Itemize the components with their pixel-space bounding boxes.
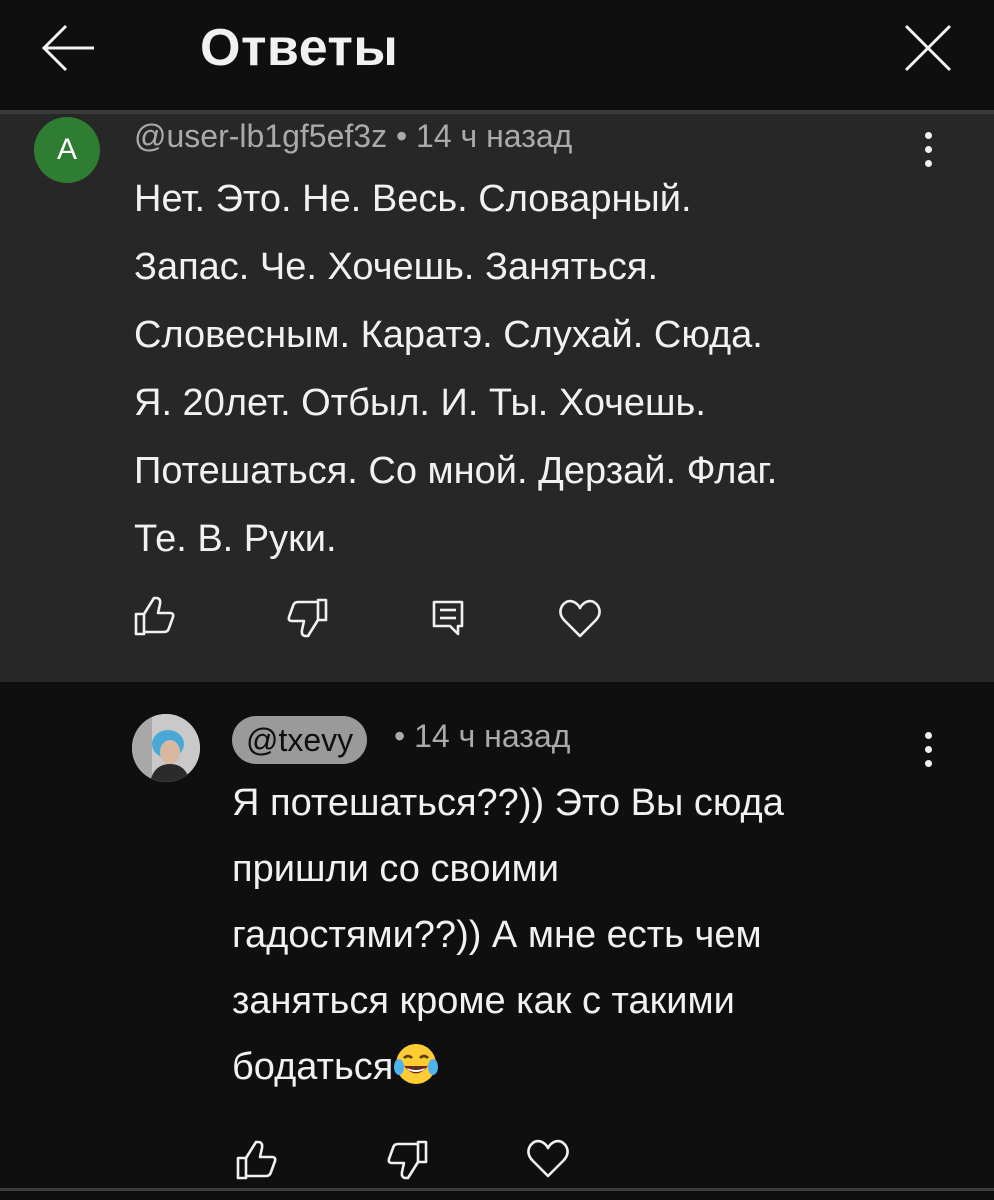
comment-line: пришли со своими [232,848,559,890]
heart-icon [527,1139,569,1178]
bottom-divider [0,1188,994,1191]
heart-button[interactable] [556,594,604,642]
back-button[interactable] [38,20,98,76]
meta-separator: • [387,118,417,154]
avatar[interactable] [132,714,200,782]
thumbs-down-icon [387,1140,428,1180]
comment-line-text: бодаться [232,1046,394,1088]
comment-text: Я потешаться??)) Это Вы сюда пришли со с… [232,770,932,1100]
comment-time: 14 ч назад [414,718,571,754]
comment-line: Те. В. Руки. [134,518,337,560]
face-with-tears-of-joy-icon [394,1044,439,1084]
comment-line: Нет. Это. Не. Весь. Словарный. [134,178,692,220]
thumbs-up-icon [236,1140,277,1180]
comment-line: гадостями??)) А мне есть чем [232,914,762,956]
thumbs-down-icon [287,598,328,638]
meta-separator: • [394,718,415,754]
like-button[interactable] [232,1136,280,1184]
comment-meta: • 14 ч назад [394,718,570,762]
thumbs-up-icon [134,596,175,636]
comment-meta: @user-lb1gf5ef3z • 14 ч назад [134,118,572,162]
header-bar: Ответы [0,0,994,110]
comment-author[interactable]: @user-lb1gf5ef3z [134,118,387,154]
arrow-left-icon [41,24,94,72]
close-icon [904,24,952,72]
author-handle-chip[interactable]: @txevy [232,716,368,764]
heart-button[interactable] [524,1134,572,1182]
comment-line: Я. 20лет. Отбыл. И. Ты. Хочешь. [134,382,706,424]
dislike-button[interactable] [384,1136,432,1184]
comment-line: бодаться [232,1034,932,1100]
comment-line: Словесным. Каратэ. Слухай. Сюда. [134,314,763,356]
dislike-button[interactable] [284,594,332,642]
page-title: Ответы [200,19,399,77]
like-button[interactable] [130,592,178,640]
heart-icon [559,599,601,638]
reply-button[interactable] [424,594,472,642]
comment-time: 14 ч назад [416,118,573,154]
comment-line: Я потешаться??)) Это Вы сюда [232,782,784,824]
close-button[interactable] [898,18,958,78]
comment-line: Потешаться. Со мной. Дерзай. Флаг. [134,450,778,492]
replies-screen: Ответы A @user-lb1gf5ef3z • 14 ч назад Н… [0,0,994,1200]
avatar-photo-icon [132,714,200,782]
comment-line: заняться кроме как с такими [232,980,735,1022]
reply-icon [432,600,464,636]
avatar[interactable]: A [34,117,100,183]
comment-text: Нет. Это. Не. Весь. Словарный. Запас. Че… [134,165,934,573]
comment-line: Запас. Че. Хочешь. Заняться. [134,246,659,288]
